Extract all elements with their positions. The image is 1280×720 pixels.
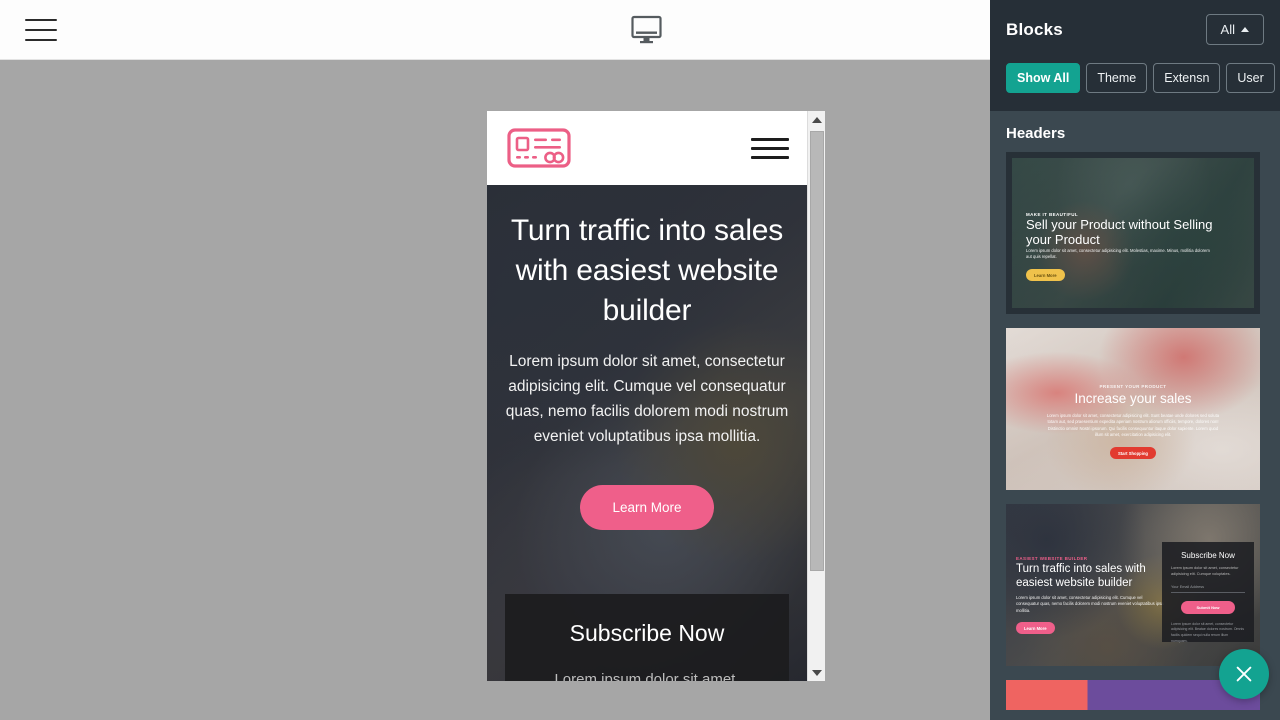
- preview-site-header: [487, 111, 807, 185]
- preview-page: Turn traffic into sales with easiest web…: [487, 111, 807, 681]
- preview-site-menu-icon[interactable]: [751, 137, 789, 159]
- section-title-headers: Headers: [1006, 125, 1066, 142]
- workspace: Turn traffic into sales with easiest web…: [0, 0, 990, 720]
- subscribe-heading: Subscribe Now: [569, 620, 725, 646]
- thumb2-heading: Increase your sales: [1074, 391, 1192, 406]
- thumb1-content: Make it Beautiful Sell your Product with…: [1026, 212, 1216, 282]
- close-x-icon: [1236, 666, 1252, 682]
- thumb1-button: Learn More: [1026, 269, 1065, 282]
- thumb3-content: Easiest Website Builder Turn traffic int…: [1016, 556, 1166, 635]
- app-root: Turn traffic into sales with easiest web…: [0, 0, 1280, 720]
- hamburger-bar: [25, 29, 57, 31]
- block-thumbnail-list: Make it Beautiful Sell your Product with…: [990, 152, 1280, 710]
- subscribe-paragraph: Lorem ipsum dolor sit amet,: [554, 671, 740, 681]
- menu-bar: [751, 137, 789, 141]
- scrollbar-thumb[interactable]: [810, 131, 824, 571]
- thumb3-subscribe-paragraph: Lorem ipsum dolor sit amet, consectetur …: [1171, 566, 1239, 576]
- filter-chip-theme[interactable]: Theme: [1086, 63, 1148, 93]
- thumb3-heading: Turn traffic into sales with easiest web…: [1016, 563, 1146, 589]
- hamburger-bar: [25, 39, 57, 41]
- thumb3-subscribe-panel: Subscribe Now Lorem ipsum dolor sit amet…: [1162, 542, 1254, 643]
- scroll-down-arrow-icon[interactable]: [808, 664, 825, 681]
- thumb2-eyebrow: Present Your Product: [1099, 384, 1167, 389]
- filter-chip-group: Show All Theme Extensn User: [1006, 63, 1275, 93]
- thumb2-content: Present Your Product Increase your sales…: [1006, 384, 1260, 460]
- scroll-up-arrow-icon[interactable]: [808, 111, 825, 128]
- thumb2-button: Start Shopping: [1109, 447, 1156, 460]
- subscribe-section: Subscribe Now Lorem ipsum dolor sit amet…: [505, 594, 789, 681]
- block-thumbnail-sell-your-product[interactable]: Make it Beautiful Sell your Product with…: [1006, 152, 1260, 314]
- menu-bar: [751, 155, 789, 159]
- preview-hero-section: Turn traffic into sales with easiest web…: [487, 185, 807, 681]
- desktop-monitor-icon[interactable]: [630, 14, 663, 46]
- sidebar-title: Blocks: [1006, 19, 1063, 39]
- thumb1-paragraph: Lorem ipsum dolor sit amet, consectetur …: [1026, 247, 1210, 259]
- filter-chip-extension[interactable]: Extensn: [1153, 63, 1221, 93]
- block-thumbnail-turn-traffic[interactable]: Easiest Website Builder Turn traffic int…: [1006, 504, 1260, 666]
- all-filter-dropdown[interactable]: All: [1205, 14, 1264, 45]
- site-preview-frame[interactable]: Turn traffic into sales with easiest web…: [487, 111, 825, 681]
- filter-chip-show-all[interactable]: Show All: [1006, 63, 1081, 93]
- hero-paragraph: Lorem ipsum dolor sit amet, consectetur …: [505, 353, 789, 445]
- thumb3-subscribe-note: Lorem ipsum dolor sit amet, consectetur …: [1171, 621, 1244, 643]
- filter-chip-user[interactable]: User: [1226, 63, 1275, 93]
- hamburger-icon[interactable]: [25, 16, 57, 44]
- menu-bar: [751, 146, 789, 150]
- thumb2-paragraph: Lorem ipsum dolor sit amet, consectetur …: [1046, 412, 1220, 437]
- caret-up-icon: [1241, 27, 1249, 32]
- all-dropdown-label: All: [1220, 22, 1235, 37]
- learn-more-button[interactable]: Learn More: [580, 485, 714, 530]
- thumb3-submit-button: Submit Now: [1181, 600, 1235, 614]
- thumb3-eyebrow: Easiest Website Builder: [1016, 556, 1088, 561]
- thumb1-heading: Sell your Product without Selling your P…: [1026, 217, 1213, 248]
- thumb3-subscribe-heading: Subscribe Now: [1181, 551, 1235, 560]
- top-toolbar: [0, 0, 990, 60]
- sidebar-title-row: Blocks All: [1006, 14, 1264, 45]
- close-panel-button[interactable]: [1219, 649, 1269, 699]
- card-logo-icon[interactable]: [505, 126, 573, 170]
- blocks-sidebar: Blocks All Show All Theme Extensn User H…: [990, 0, 1280, 720]
- hero-heading: Turn traffic into sales with easiest web…: [510, 214, 784, 327]
- preview-scrollbar[interactable]: [807, 111, 825, 681]
- block-thumbnail-increase-your-sales[interactable]: Present Your Product Increase your sales…: [1006, 328, 1260, 490]
- thumb3-paragraph: Lorem ipsum dolor sit amet, consectetur …: [1016, 595, 1164, 613]
- thumb3-email-field: Your Email Address: [1171, 585, 1245, 593]
- hamburger-bar: [25, 19, 57, 21]
- sidebar-header: Blocks All Show All Theme Extensn User: [990, 0, 1280, 111]
- thumb3-button: Learn More: [1016, 622, 1055, 635]
